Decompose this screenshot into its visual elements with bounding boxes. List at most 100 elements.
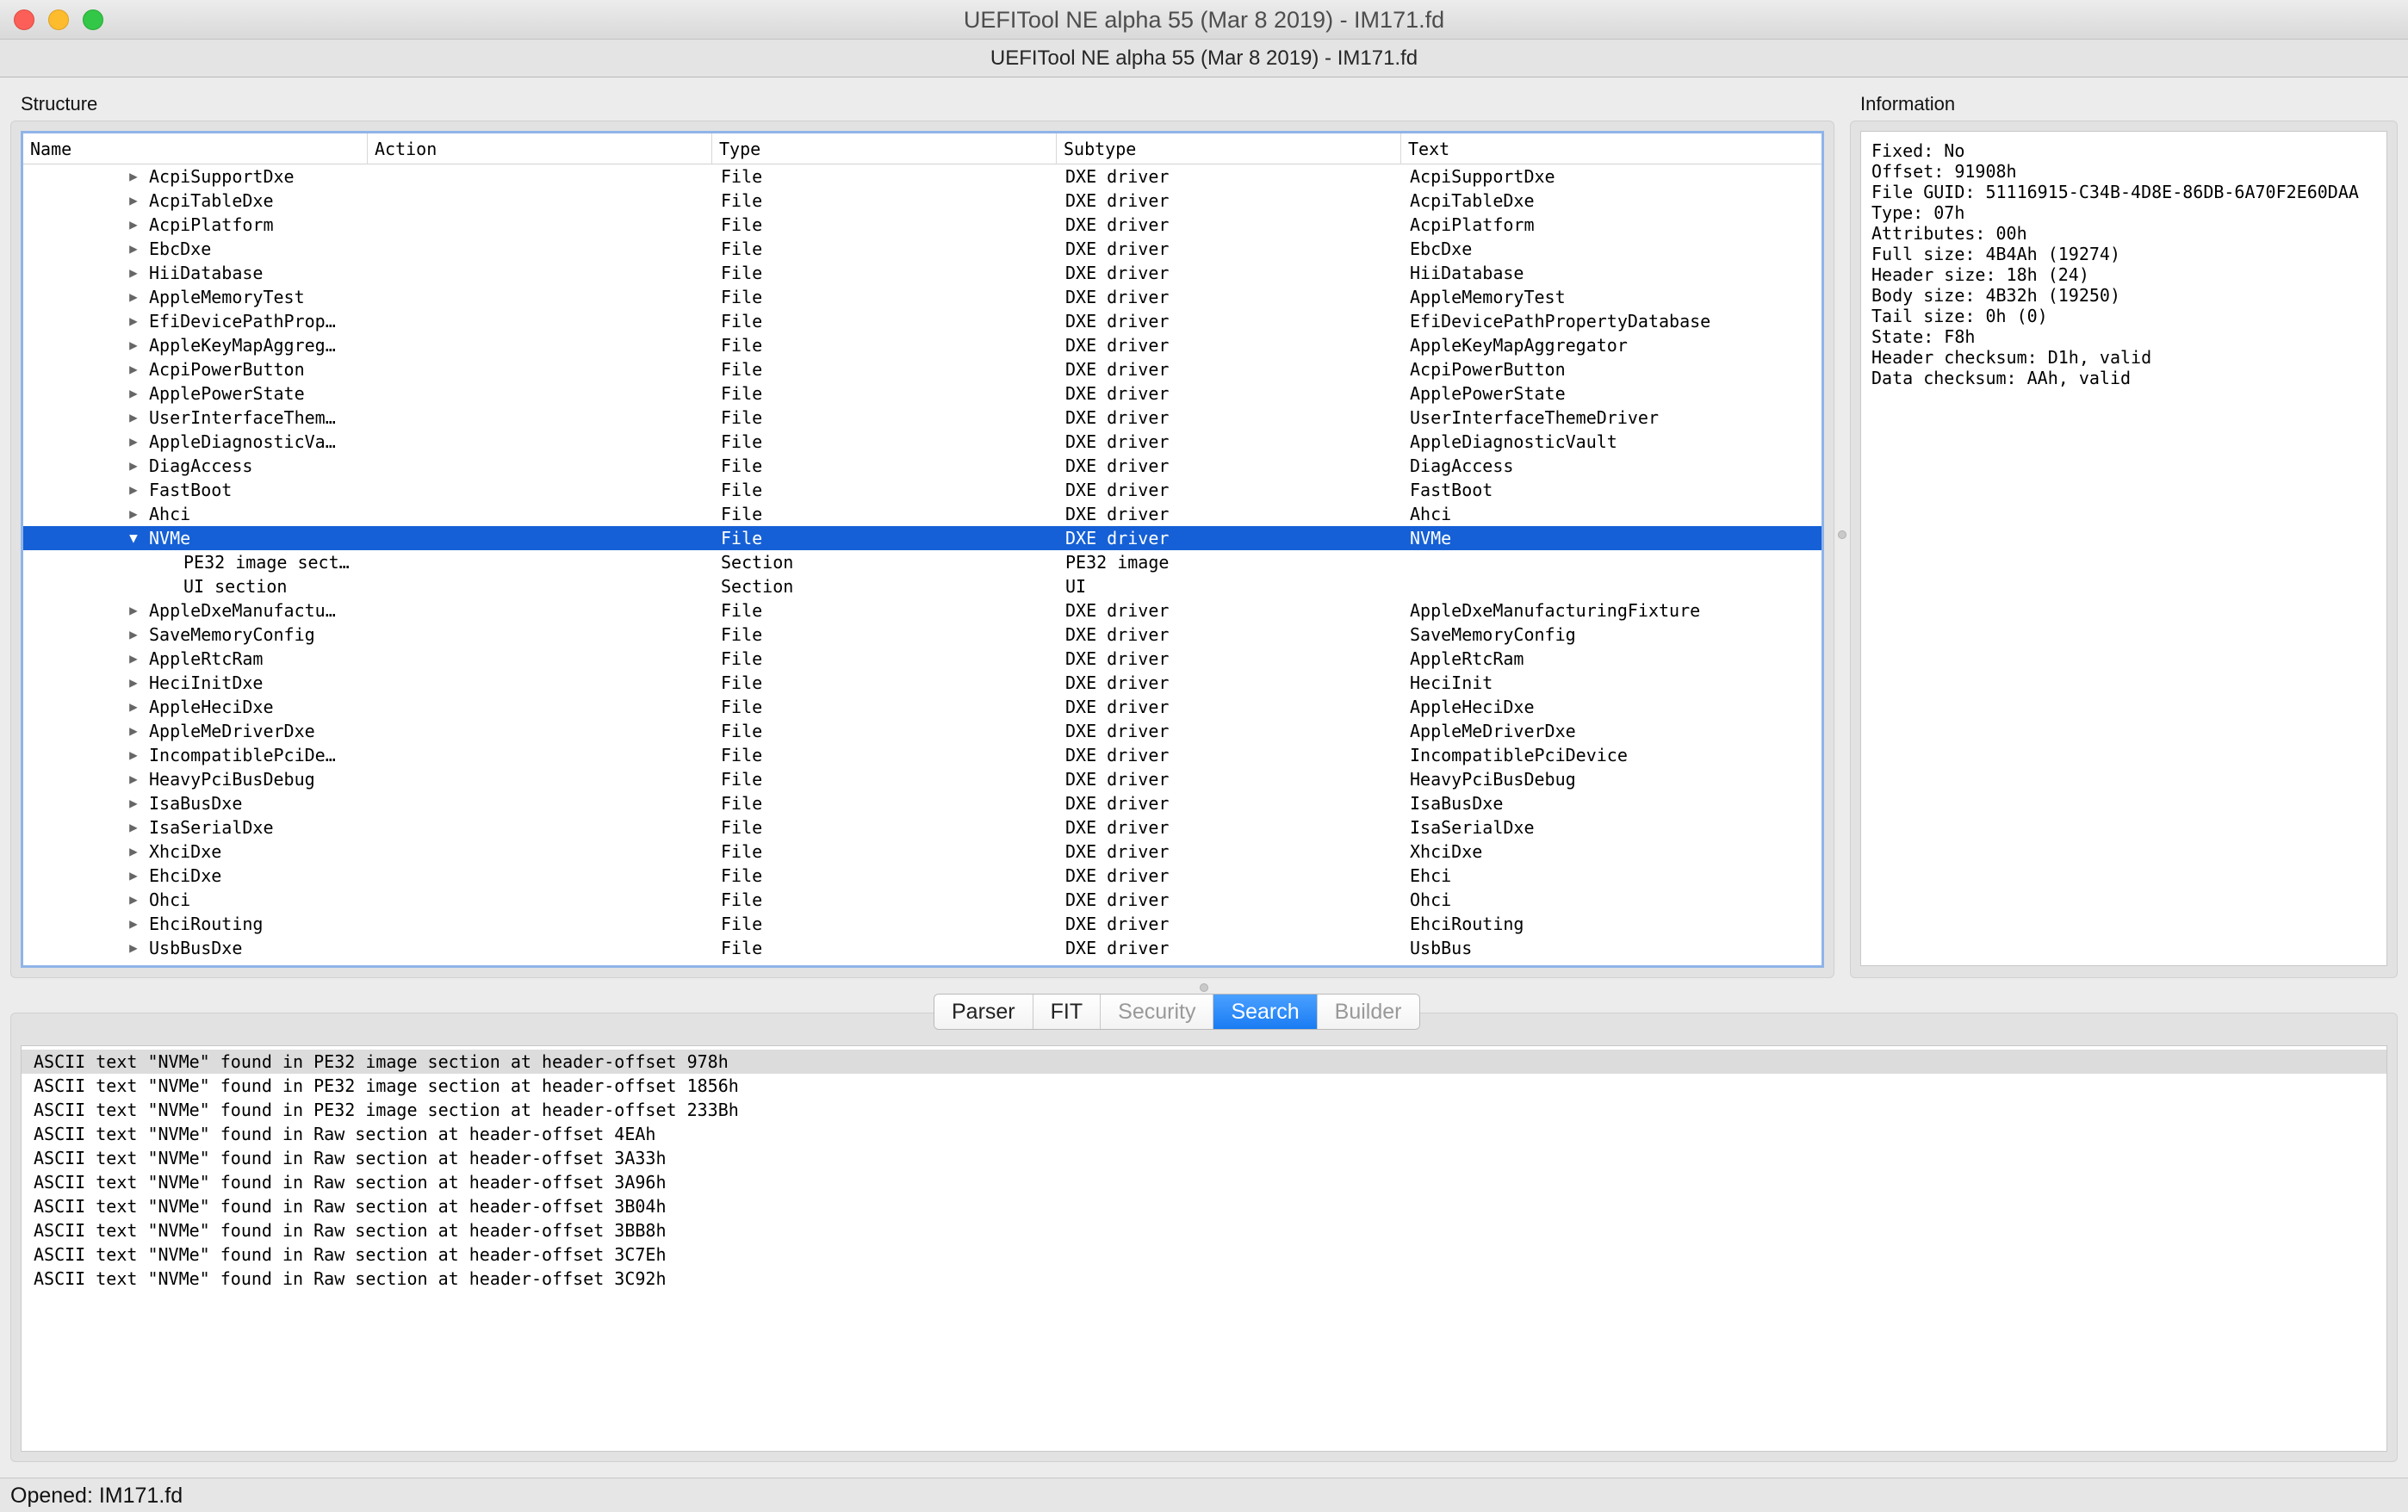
tree-row-name: AppleMemoryTest <box>149 287 305 307</box>
tree-row[interactable]: ▶ HeciInitDxe File DXE driver HeciInit <box>23 671 1822 695</box>
tree-cell-subtype: DXE driver <box>1065 600 1170 621</box>
tree-row[interactable]: ▶ Ahci File DXE driver Ahci <box>23 502 1822 526</box>
window-title: UEFITool NE alpha 55 (Mar 8 2019) - IM17… <box>963 7 1445 33</box>
tree-row[interactable]: ▶ EbcDxe File DXE driver EbcDxe <box>23 237 1822 261</box>
tree-cell-text: HiiDatabase <box>1410 263 1524 283</box>
tree-cell-subtype: DXE driver <box>1065 359 1170 380</box>
structure-tree[interactable]: Name Action Type Subtype Text ▶ AcpiSuppo… <box>21 131 1824 968</box>
tree-cell-name: XhciDxe <box>23 840 368 864</box>
tree-row-name: AppleHeciDxe <box>149 697 274 717</box>
tree-row[interactable]: ▶ AppleKeyMapAggreg… File DXE driver AppleKe… <box>23 333 1822 357</box>
tree-row[interactable]: ▶ AppleDiagnosticVa… File DXE driver AppleDi… <box>23 430 1822 454</box>
tree-row[interactable]: PE32 image sect… Section PE32 image <box>23 550 1822 574</box>
tree-cell-type: File <box>721 359 763 380</box>
tree-cell-name: HeavyPciBusDebug <box>23 767 368 791</box>
tree-row[interactable]: ▶ IsaBusDxe File DXE driver IsaBusDxe <box>23 791 1822 815</box>
tree-cell-subtype: DXE driver <box>1065 624 1170 645</box>
tree-row[interactable]: ▶ DiagAccess File DXE driver DiagAccess <box>23 454 1822 478</box>
tree-cell-type: File <box>721 938 763 958</box>
tree-cell-type: File <box>721 721 763 741</box>
search-result-item[interactable]: ASCII text "NVMe" found in Raw section a… <box>22 1170 2386 1194</box>
search-results-list[interactable]: ASCII text "NVMe" found in PE32 image se… <box>21 1045 2387 1452</box>
tree-row[interactable]: ▶ IsaSerialDxe File DXE driver IsaSerialDxe <box>23 815 1822 840</box>
tree-row-name: AcpiSupportDxe <box>149 166 295 187</box>
horizontal-splitter-handle[interactable] <box>1200 983 1208 992</box>
tree-row[interactable]: ▶ Ohci File DXE driver Ohci <box>23 888 1822 912</box>
tree-cell-type: File <box>721 455 763 476</box>
search-result-item[interactable]: ASCII text "NVMe" found in PE32 image se… <box>22 1098 2386 1122</box>
tree-row[interactable]: ▶ AppleHeciDxe File DXE driver AppleHeciDxe <box>23 695 1822 719</box>
tree-cell-subtype: DXE driver <box>1065 287 1170 307</box>
tree-row[interactable]: ▶ AcpiPlatform File DXE driver AcpiPlatform <box>23 213 1822 237</box>
tree-row[interactable]: ▶ UserInterfaceThem… File DXE driver UserInt… <box>23 406 1822 430</box>
tree-row[interactable]: ▶ AppleRtcRam File DXE driver AppleRtcRam <box>23 647 1822 671</box>
column-header-text[interactable]: Text <box>1401 133 1822 164</box>
column-header-type[interactable]: Type <box>712 133 1057 164</box>
tab-fit[interactable]: FIT <box>1033 995 1102 1029</box>
column-header-subtype[interactable]: Subtype <box>1057 133 1401 164</box>
tree-row-name: AcpiPlatform <box>149 214 274 235</box>
tree-row-name: UsbBusDxe <box>149 938 243 958</box>
tree-row[interactable]: ▶ SaveMemoryConfig File DXE driver SaveMemor… <box>23 623 1822 647</box>
tree-row-name: AcpiTableDxe <box>149 190 274 211</box>
search-result-item[interactable]: ASCII text "NVMe" found in PE32 image se… <box>22 1074 2386 1098</box>
tree-cell-text: AppleMeDriverDxe <box>1410 721 1576 741</box>
tree-cell-text: IncompatiblePciDevice <box>1410 745 1628 765</box>
tree-row[interactable]: ▼ NVMe File DXE driver NVMe <box>23 526 1822 550</box>
search-result-item[interactable]: ASCII text "NVMe" found in PE32 image se… <box>22 1050 2386 1074</box>
bottom-tab-bar: Parser FIT Security Search Builder <box>934 994 1420 1030</box>
tree-cell-subtype: DXE driver <box>1065 793 1170 814</box>
tab-builder[interactable]: Builder <box>1317 995 1419 1029</box>
tree-row[interactable]: ▶ EhciDxe File DXE driver Ehci <box>23 864 1822 888</box>
tree-cell-type: File <box>721 914 763 934</box>
info-line: Type: 07h <box>1871 202 1965 223</box>
tree-row[interactable]: ▶ AcpiTableDxe File DXE driver AcpiTableDxe <box>23 189 1822 213</box>
tree-cell-text: DiagAccess <box>1410 455 1514 476</box>
tree-row[interactable]: ▶ AppleMemoryTest File DXE driver AppleMemor… <box>23 285 1822 309</box>
tree-row[interactable]: ▶ EfiDevicePathProp… File DXE driver EfiDevi… <box>23 309 1822 333</box>
tree-cell-name: AcpiSupportDxe <box>23 164 368 189</box>
search-result-item[interactable]: ASCII text "NVMe" found in Raw section a… <box>22 1194 2386 1218</box>
tree-row-name: Ahci <box>149 504 191 524</box>
tree-cell-text: Ehci <box>1410 865 1452 886</box>
tree-cell-text: AppleRtcRam <box>1410 648 1524 669</box>
column-header-action[interactable]: Action <box>368 133 712 164</box>
tab-parser[interactable]: Parser <box>934 995 1033 1029</box>
column-header-name[interactable]: Name <box>23 133 368 164</box>
tree-row[interactable]: ▶ AppleMeDriverDxe File DXE driver AppleMeDr… <box>23 719 1822 743</box>
tree-row-name: DiagAccess <box>149 455 253 476</box>
tree-row[interactable]: ▶ HeavyPciBusDebug File DXE driver HeavyPciB… <box>23 767 1822 791</box>
tree-row[interactable]: ▶ ApplePowerState File DXE driver ApplePower… <box>23 381 1822 406</box>
tab-security[interactable]: Security <box>1101 995 1214 1029</box>
tree-cell-type: File <box>721 166 763 187</box>
tree-cell-name: EhciRouting <box>23 912 368 936</box>
search-result-item[interactable]: ASCII text "NVMe" found in Raw section a… <box>22 1267 2386 1291</box>
tree-row[interactable]: ▶ EhciRouting File DXE driver EhciRouting <box>23 912 1822 936</box>
search-result-item[interactable]: ASCII text "NVMe" found in Raw section a… <box>22 1146 2386 1170</box>
tree-row[interactable]: ▶ AppleDxeManufactu… File DXE driver AppleDx… <box>23 598 1822 623</box>
tree-cell-text: ApplePowerState <box>1410 383 1566 404</box>
search-result-item[interactable]: ASCII text "NVMe" found in Raw section a… <box>22 1242 2386 1267</box>
tree-row[interactable]: ▶ UsbBusDxe File DXE driver UsbBus <box>23 936 1822 960</box>
vertical-splitter-handle[interactable] <box>1838 530 1846 539</box>
search-result-item[interactable]: ASCII text "NVMe" found in Raw section a… <box>22 1218 2386 1242</box>
info-line: Body size: 4B32h (19250) <box>1871 285 2120 306</box>
window-titlebar: UEFITool NE alpha 55 (Mar 8 2019) - IM17… <box>0 0 2408 40</box>
tab-search[interactable]: Search <box>1213 995 1318 1029</box>
information-panel[interactable]: Fixed: No Offset: 91908h File GUID: 511169… <box>1860 131 2387 966</box>
tree-cell-name: UI section <box>23 574 368 598</box>
search-result-item[interactable]: ASCII text "NVMe" found in Raw section a… <box>22 1122 2386 1146</box>
tree-row[interactable]: ▶ AcpiPowerButton File DXE driver AcpiPowerB… <box>23 357 1822 381</box>
tree-row[interactable]: ▶ AcpiSupportDxe File DXE driver AcpiSupport… <box>23 164 1822 189</box>
tree-row[interactable]: ▶ IncompatiblePciDe… File DXE driver Incompa… <box>23 743 1822 767</box>
tree-cell-subtype: DXE driver <box>1065 383 1170 404</box>
tree-row-name: EfiDevicePathProp… <box>149 311 336 332</box>
tree-row-name: AppleDxeManufactu… <box>149 600 336 621</box>
tree-row[interactable]: ▶ FastBoot File DXE driver FastBoot <box>23 478 1822 502</box>
tree-row[interactable]: ▶ XhciDxe File DXE driver XhciDxe <box>23 840 1822 864</box>
tree-cell-text: FastBoot <box>1410 480 1493 500</box>
tree-row[interactable]: UI section Section UI <box>23 574 1822 598</box>
tree-cell-type: File <box>721 528 763 548</box>
tree-row[interactable]: ▶ HiiDatabase File DXE driver HiiDatabase <box>23 261 1822 285</box>
tree-cell-text: NVMe <box>1410 528 1452 548</box>
